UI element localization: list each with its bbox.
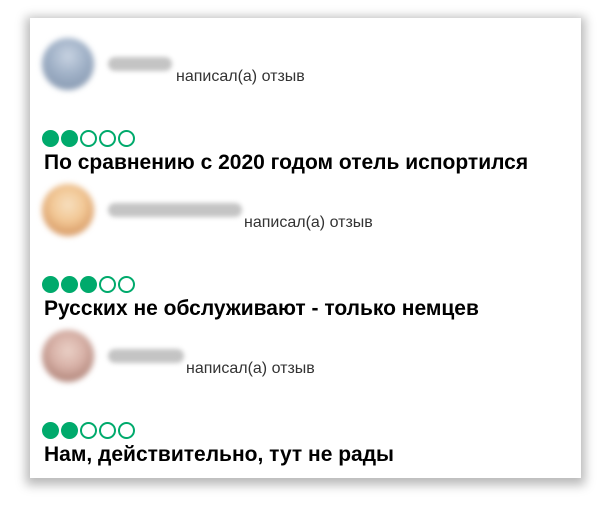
rating-bubble-empty-icon bbox=[118, 422, 135, 439]
avatar[interactable] bbox=[42, 330, 94, 382]
rating-bubbles bbox=[42, 422, 135, 439]
rating-bubble-filled-icon bbox=[61, 422, 78, 439]
rating-bubbles bbox=[42, 276, 135, 293]
rating-bubble-filled-icon bbox=[80, 276, 97, 293]
rating-bubble-empty-icon bbox=[99, 276, 116, 293]
avatar[interactable] bbox=[42, 184, 94, 236]
rating-bubble-empty-icon bbox=[99, 130, 116, 147]
rating-bubble-filled-icon bbox=[42, 276, 59, 293]
reviewer-name-blurred[interactable] bbox=[108, 349, 184, 363]
rating-bubble-filled-icon bbox=[61, 276, 78, 293]
rating-bubbles bbox=[42, 130, 135, 147]
review-action-text: написал(а) отзыв bbox=[176, 68, 305, 85]
review-item: написал(а) отзыв Русских не обслуживают … bbox=[30, 184, 581, 324]
reviewer-name-blurred[interactable] bbox=[108, 57, 172, 71]
review-action-text: написал(а) отзыв bbox=[244, 214, 373, 231]
review-title[interactable]: По сравнению с 2020 годом отель испортил… bbox=[44, 151, 528, 175]
rating-bubble-empty-icon bbox=[80, 422, 97, 439]
avatar[interactable] bbox=[42, 38, 94, 90]
rating-bubble-empty-icon bbox=[118, 276, 135, 293]
reviewer-name-blurred[interactable] bbox=[108, 203, 242, 217]
rating-bubble-filled-icon bbox=[42, 422, 59, 439]
rating-bubble-empty-icon bbox=[118, 130, 135, 147]
reviews-card: написал(а) отзыв По сравнению с 2020 год… bbox=[30, 18, 581, 478]
review-title[interactable]: Нам, действительно, тут не рады bbox=[44, 443, 394, 467]
rating-bubble-filled-icon bbox=[42, 130, 59, 147]
review-title[interactable]: Русских не обслуживают - только немцев bbox=[44, 297, 479, 321]
rating-bubble-empty-icon bbox=[99, 422, 116, 439]
review-item: написал(а) отзыв Нам, действительно, тут… bbox=[30, 330, 581, 470]
review-action-text: написал(а) отзыв bbox=[186, 360, 315, 377]
rating-bubble-filled-icon bbox=[61, 130, 78, 147]
review-item: написал(а) отзыв По сравнению с 2020 год… bbox=[30, 38, 581, 178]
rating-bubble-empty-icon bbox=[80, 130, 97, 147]
